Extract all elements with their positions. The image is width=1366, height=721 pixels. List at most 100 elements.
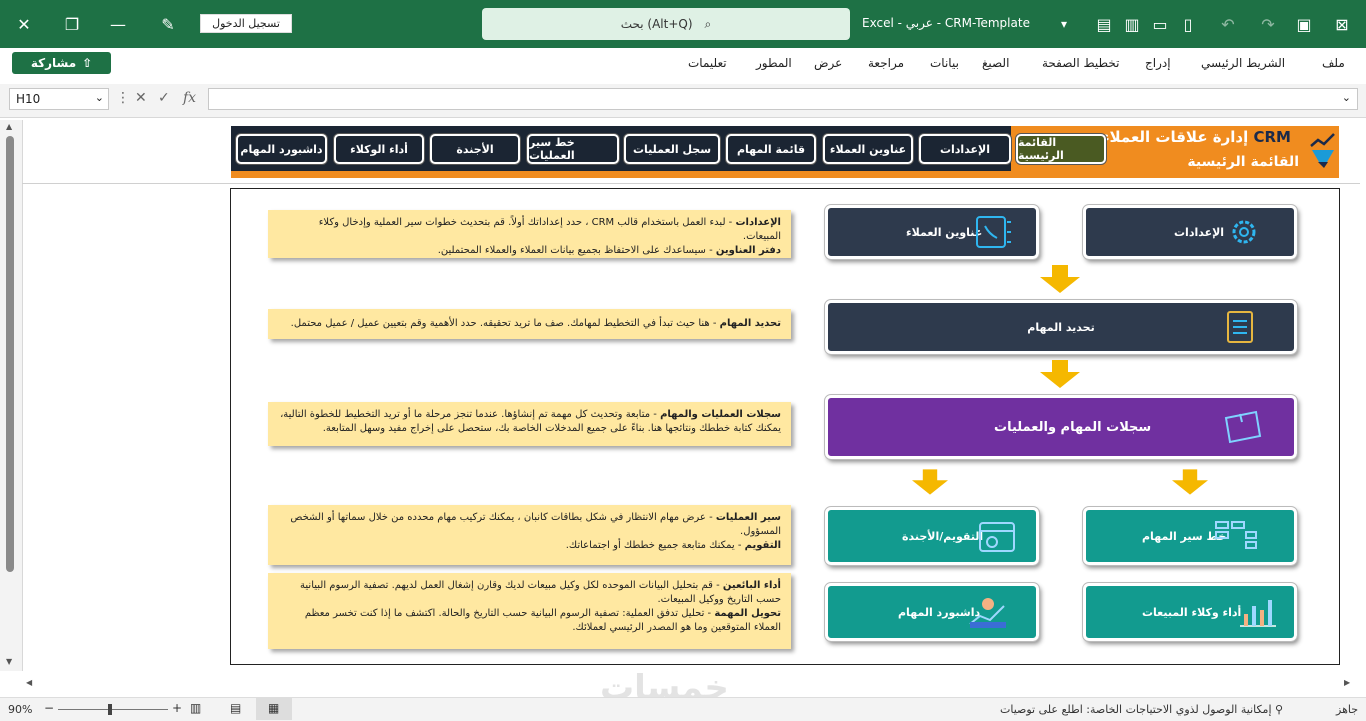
tab-review[interactable]: مراجعة [868,56,904,70]
nav-operations-log[interactable]: سجل العمليات [624,134,720,164]
accessibility-status[interactable]: إمكانية الوصول لذوي الاحتياجات الخاصة: ا… [1000,703,1283,716]
address-book-icon [976,216,1011,248]
redo-icon[interactable]: ↷ [1256,12,1280,36]
page-title: إدارة علاقات العملاء CRM [1102,128,1291,146]
share-icon: ⇧ [82,56,93,70]
note-heading: سجلات العمليات والمهام [660,409,781,420]
expand-icon[interactable]: ⌄ [1342,91,1351,104]
save-icon[interactable]: ▣ [1292,12,1316,36]
bar-chart-icon [1240,600,1276,627]
page-break-view-icon[interactable]: ▥ [190,701,201,715]
note-text: - يمكنك متابعة جميع خططك أو اجتماعاتك. [565,540,745,551]
nav-pipeline[interactable]: خط سير العمليات [527,134,619,164]
accessibility-text: إمكانية الوصول لذوي الاحتياجات الخاصة: ا… [1000,703,1272,716]
define-tasks-card[interactable]: تحديد المهام [824,299,1298,355]
flow-arrow-icon [912,469,948,495]
tab-help[interactable]: تعليمات [688,56,727,70]
undo-icon[interactable]: ↶ [1216,12,1240,36]
app-name: Excel [862,16,894,30]
zoom-slider[interactable] [58,709,168,710]
note-settings: الإعدادات - لبدء العمل باستخدام قالب CRM… [268,210,791,258]
name-box[interactable]: H10 ⌄ [9,88,109,110]
dashboard-icon [969,598,1006,628]
scroll-up-icon[interactable]: ▲ [6,122,12,131]
share-label: مشاركة [30,56,77,70]
new-file-icon[interactable]: ▯ [1176,12,1200,36]
minimize-icon[interactable]: — [106,12,130,36]
cell-reference: H10 [16,92,41,106]
zoom-slider-thumb[interactable] [108,704,112,715]
note-heading: دفتر العناوين [715,245,781,256]
scroll-thumb[interactable] [6,136,14,572]
calendar-card[interactable]: التقويم/الأجندة [824,506,1040,566]
close-icon[interactable]: ✕ [12,12,36,36]
task-pipeline-card[interactable]: خط سير المهام [1082,506,1298,566]
note-pipeline: سير العمليات - عرض مهام الانتظار في شكل … [268,505,791,565]
nav-customer-addresses[interactable]: عناوين العملاء [823,134,913,164]
dashboard-card[interactable]: داشبورد المهام [824,582,1040,642]
formula-input[interactable]: ⌄ [208,88,1358,110]
tab-formulas[interactable]: الصيغ [982,56,1009,70]
gear-icon [1232,220,1256,244]
language-label: عربي [905,16,933,30]
more-icon: ⋮ [116,90,130,106]
designer-icon[interactable]: ✎ [156,12,180,36]
open-icon[interactable]: ▭ [1148,12,1172,36]
clipboard-icon [1227,311,1253,343]
crm-logo-icon [1310,133,1335,168]
save-as-icon[interactable]: ▥ [1120,12,1144,36]
enter-icon[interactable]: ✓ [158,90,170,106]
tab-home[interactable]: الشريط الرئيسي [1201,56,1285,70]
nav-agent-performance[interactable]: أداء الوكلاء [334,134,424,164]
scroll-down-icon[interactable]: ▼ [6,657,12,666]
tab-page-layout[interactable]: تخطيط الصفحة [1042,56,1119,70]
card-label: سجلات المهام والعمليات [994,419,1152,435]
normal-view-icon: ▦ [268,701,280,715]
tab-developer[interactable]: المطور [756,56,792,70]
note-performance: أداء البائعين - قم بتحليل البيانات الموح… [268,573,791,649]
note-heading: الإعدادات [735,217,781,228]
flow-arrow-icon [1172,469,1208,495]
file-name: CRM-Template [944,16,1030,30]
nav-settings[interactable]: الإعدادات [919,134,1011,164]
accessibility-icon: ⚲ [1275,703,1284,716]
tab-view[interactable]: عرض [814,56,842,70]
zoom-level[interactable]: 90% [8,703,32,716]
zoom-in-icon[interactable]: + [172,701,182,715]
scroll-left-icon[interactable]: ◀ [26,678,32,687]
scroll-right-icon[interactable]: ▶ [1344,678,1350,687]
note-heading: تحديد المهام [719,318,781,329]
fx-icon[interactable]: fx [183,90,196,106]
qat-dropdown-icon[interactable]: ▾ [1052,12,1076,36]
card-label: الإعدادات [1174,225,1225,239]
settings-card[interactable]: الإعدادات [1082,204,1298,260]
cancel-icon[interactable]: ✕ [135,90,147,106]
nav-main-menu[interactable]: القائمة الرئيسية [1016,134,1106,164]
note-records: سجلات العمليات والمهام - متابعة وتحديث ك… [268,402,791,446]
note-text: - سيساعدك على الاحتفاظ بجميع بيانات العم… [437,245,716,256]
tab-data[interactable]: بيانات [930,56,959,70]
note-heading: التقويم [744,540,781,551]
task-records-card[interactable]: سجلات المهام والعمليات [824,394,1298,460]
sales-agents-card[interactable]: أداء وكلاء المبيعات [1082,582,1298,642]
customer-addresses-card[interactable]: عناوين العملاء [824,204,1040,260]
restore-icon[interactable]: ❐ [60,12,84,36]
note-text: - تحليل تدفق العملية: تصفية الرسوم البيا… [304,608,781,633]
export-icon[interactable]: ▤ [1092,12,1116,36]
tab-insert[interactable]: إدراج [1145,56,1171,70]
page-layout-view-icon[interactable]: ▤ [230,701,241,715]
sticky-note-icon [1224,410,1262,444]
nav-task-list[interactable]: قائمة المهام [726,134,816,164]
share-button[interactable]: مشاركة ⇧ [12,52,111,74]
tab-file[interactable]: ملف [1322,56,1345,70]
nav-dashboard[interactable]: داشبورد المهام [236,134,327,164]
zoom-out-icon[interactable]: − [44,701,54,715]
status-ready: جاهز [1336,703,1359,716]
signin-button[interactable]: تسجيل الدخول [200,14,292,33]
note-heading: أداء البائعين [722,580,781,591]
document-title: Excel - عربي - CRM-Template [862,16,1030,30]
nav-agenda[interactable]: الأجندة [430,134,520,164]
status-bar: جاهز إمكانية الوصول لذوي الاحتياجات الخا… [0,697,1366,721]
note-text: - عرض مهام الانتظار في شكل بطاقات كانبان… [290,512,781,537]
search-box[interactable]: بحث (Alt+Q) ⌕ [482,8,850,40]
